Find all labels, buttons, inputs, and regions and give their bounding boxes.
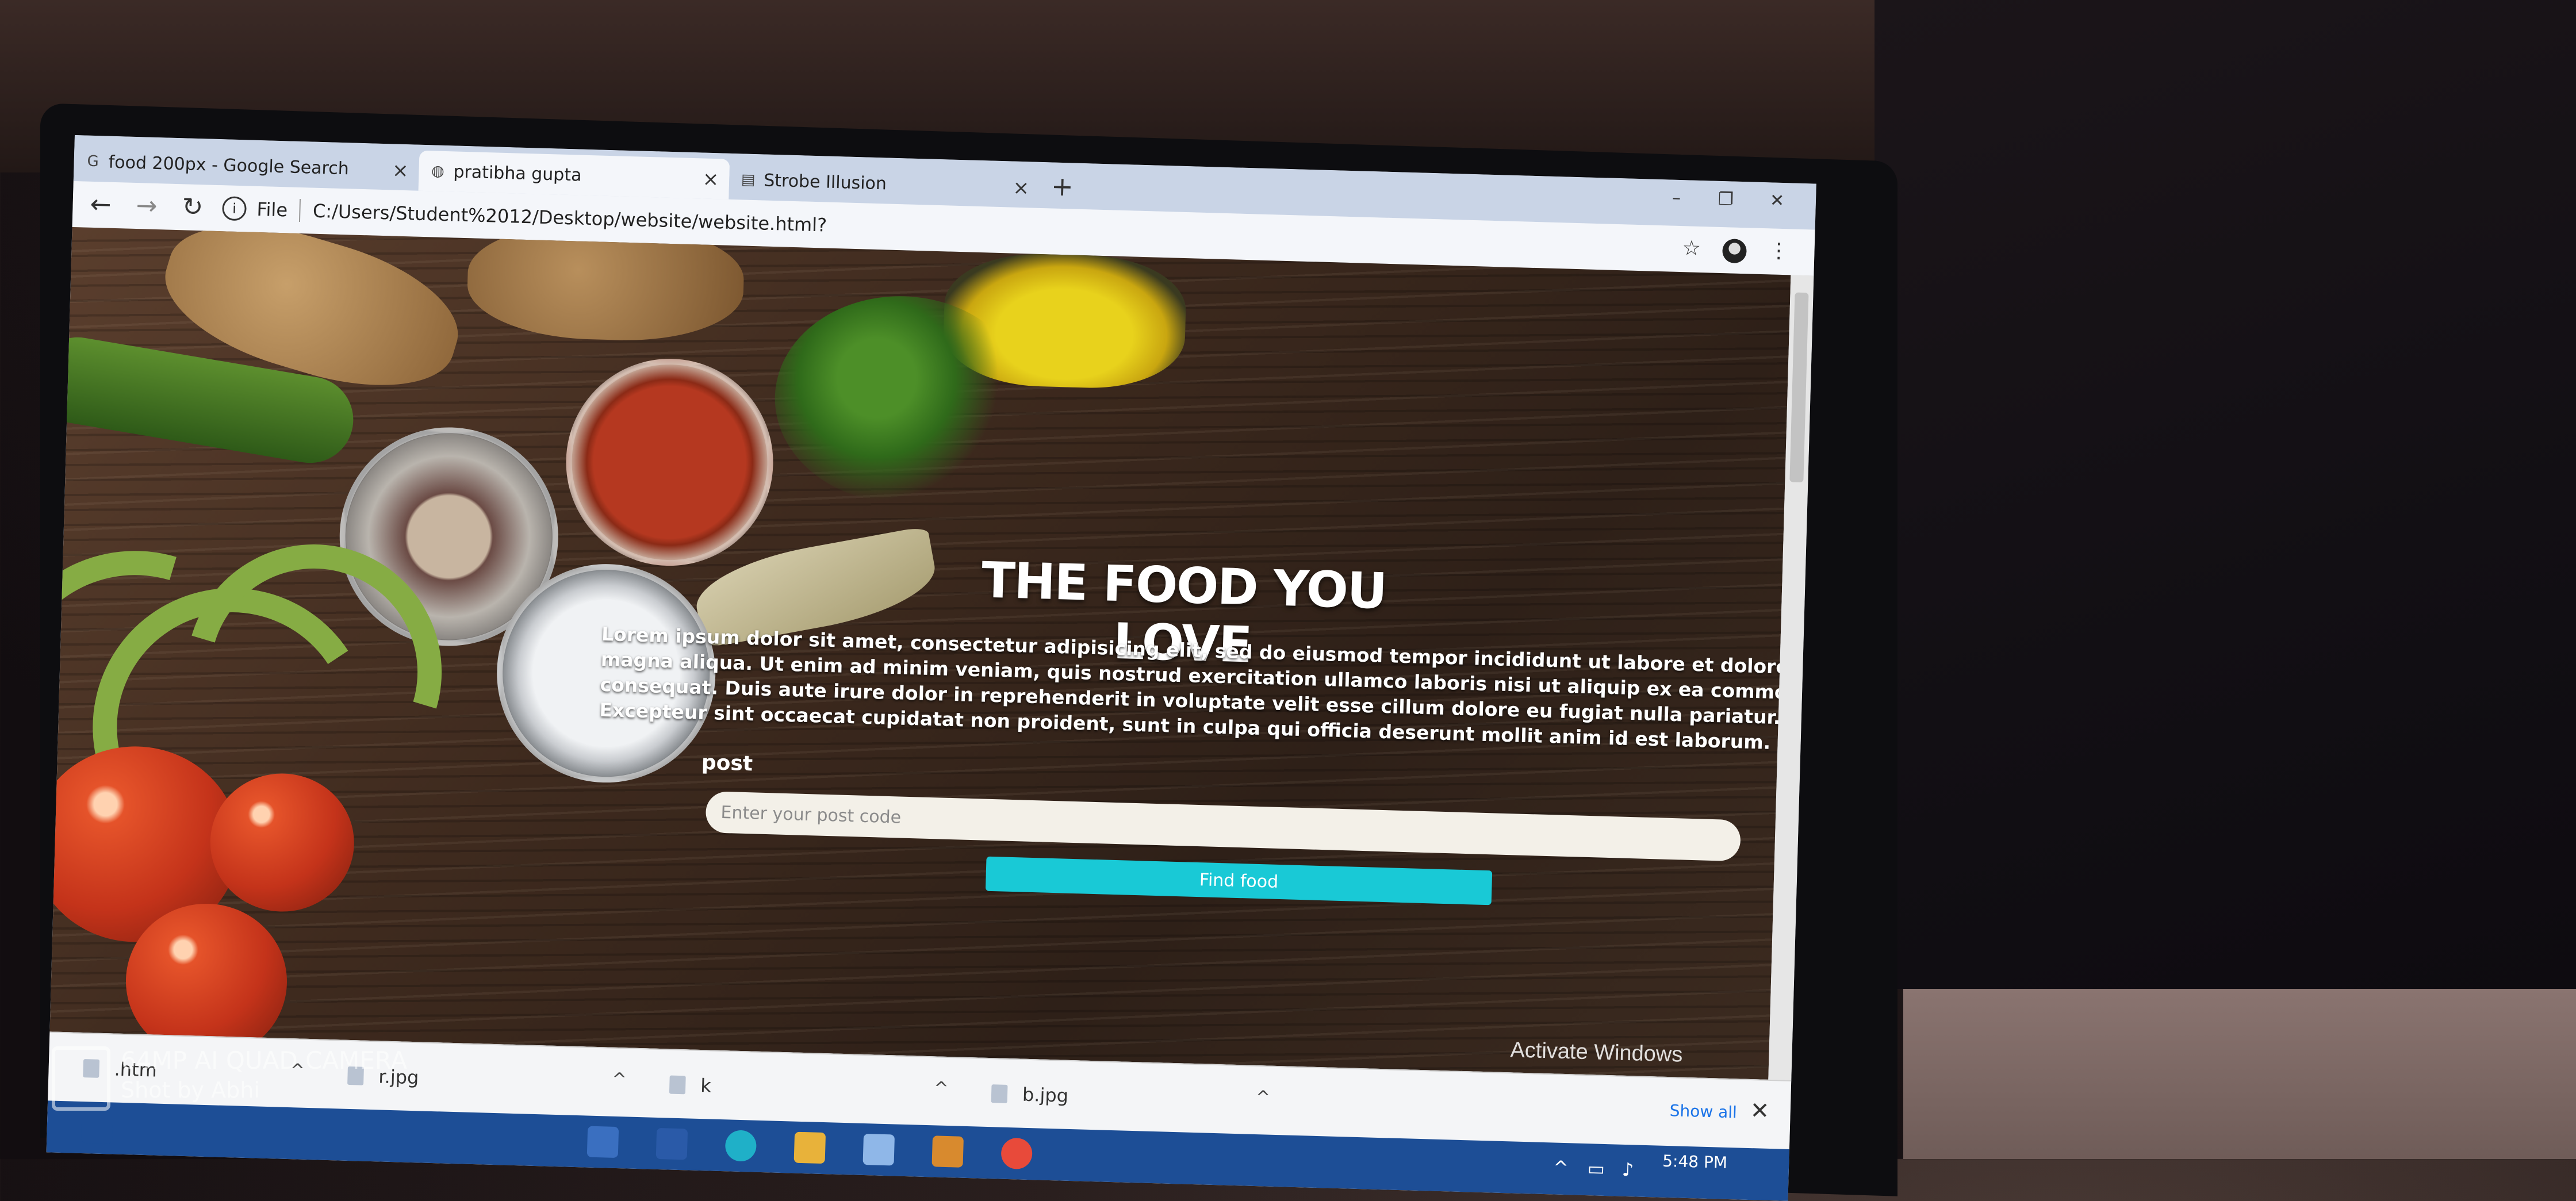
close-icon[interactable]: × [1013,176,1030,200]
globe-icon: ◍ [431,162,445,180]
reload-icon[interactable]: ↻ [182,192,204,222]
close-icon[interactable]: × [392,159,409,182]
chevron-up-icon[interactable]: ^ [1552,1156,1569,1179]
back-icon[interactable]: ← [90,190,112,220]
taskbar-clock[interactable]: 5:48 PM [1662,1152,1728,1172]
tab-label: pratibha gupta [453,161,582,186]
post-code-input[interactable] [705,791,1741,862]
minimize-icon[interactable]: – [1672,188,1681,208]
google-icon: G [87,152,99,171]
desk-surface [1903,989,2576,1159]
watermark-line: 64MP AI QUAD CAMERA [121,1046,408,1075]
post-label: post [701,750,753,776]
watermark-line: Shot by Abhi [121,1077,260,1103]
store-icon[interactable] [862,1133,895,1166]
chili-jar-image [563,356,776,569]
url-text: C:/Users/Student%2012/Desktop/website/we… [312,199,827,236]
download-filename: k [700,1075,712,1097]
divider [298,198,301,222]
file-icon [669,1075,686,1095]
app-icon[interactable] [931,1135,964,1168]
tab-label: food 200px - Google Search [108,152,350,179]
activate-windows-watermark: Activate Windows [1509,1038,1683,1067]
download-item[interactable]: k [669,1068,711,1103]
close-icon[interactable]: × [702,168,719,191]
edge-icon[interactable] [724,1130,757,1162]
download-filename: b.jpg [1022,1083,1069,1107]
show-all-link[interactable]: Show all [1669,1101,1737,1122]
scheme-label: File [256,198,288,221]
new-tab-icon[interactable]: + [1051,170,1074,202]
battery-icon[interactable]: ▭ [1587,1157,1605,1180]
volume-icon[interactable]: ♪ [1621,1158,1634,1181]
star-icon[interactable]: ☆ [1682,236,1701,260]
find-food-button[interactable]: Find food [985,856,1493,905]
avatar[interactable] [1722,239,1747,264]
menu-icon[interactable]: ⋮ [1768,239,1789,263]
search-icon[interactable] [586,1126,619,1158]
background-dark [1874,0,2576,989]
close-window-icon[interactable]: ✕ [1769,190,1784,211]
scrollbar-thumb[interactable] [1789,292,1809,483]
forward-icon[interactable]: → [136,191,158,221]
chevron-up-icon[interactable]: ^ [934,1078,949,1099]
file-icon [991,1084,1008,1103]
strobe-icon: ▤ [741,171,756,189]
chrome-icon[interactable] [1000,1137,1033,1170]
close-icon[interactable]: ✕ [1750,1098,1770,1125]
info-icon[interactable]: i [221,196,247,221]
chevron-up-icon[interactable]: ^ [1256,1087,1271,1108]
windows-start-icon[interactable] [81,1112,113,1144]
tab-label: Strobe Illusion [763,170,887,194]
hero-paragraph: Lorem ipsum dolor sit amet, consectetur … [599,622,1791,754]
maximize-icon[interactable]: ❐ [1718,189,1734,210]
download-item[interactable]: b.jpg [991,1076,1069,1113]
chevron-up-icon[interactable]: ^ [612,1069,627,1090]
camera-logo-icon [52,1046,110,1111]
laptop-screen: G food 200px - Google Search × ◍ pratibh… [46,135,1816,1201]
task-view-icon[interactable] [656,1127,688,1160]
potato-image [466,227,745,344]
hero-section: THE FOOD YOU LOVE Lorem ipsum dolor sit … [49,227,1791,1080]
